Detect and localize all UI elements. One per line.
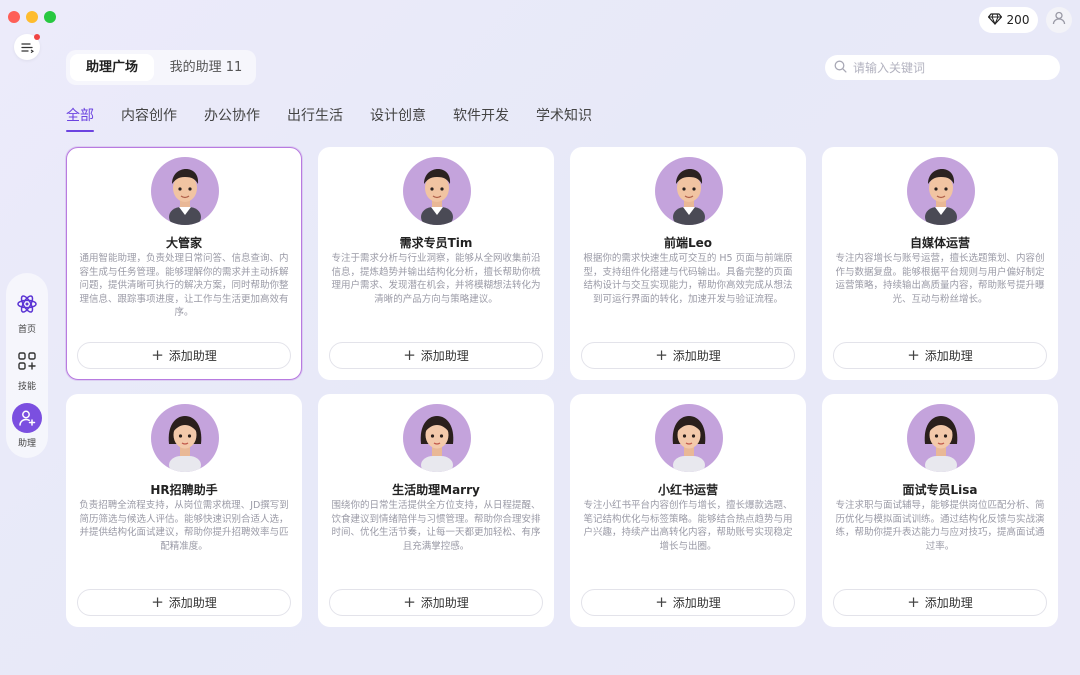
- add-assistant-button[interactable]: + 添加助理: [329, 589, 543, 616]
- assistant-card[interactable]: 生活助理Marry 围绕你的日常生活提供全方位支持，从日程提醒、饮食建议到情绪陪…: [318, 394, 554, 627]
- search-icon: [834, 58, 847, 77]
- sidebar-item-label: 技能: [17, 382, 36, 392]
- assistant-avatar: [151, 157, 219, 225]
- add-assistant-button[interactable]: + 添加助理: [77, 589, 291, 616]
- category-academic[interactable]: 学术知识: [536, 105, 592, 130]
- assistant-card[interactable]: 自媒体运营 专注内容增长与账号运营，擅长选题策划、内容创作与数据复盘。能够根据平…: [822, 147, 1058, 380]
- assistant-avatar: [403, 157, 471, 225]
- plus-icon: +: [151, 593, 164, 611]
- assistant-description: 专注求职与面试辅导，能够提供岗位匹配分析、简历优化与模拟面试训练。通过结构化反馈…: [835, 500, 1045, 552]
- maximize-window-button[interactable]: [44, 11, 56, 23]
- assistant-card[interactable]: 前端Leo 根据你的需求快速生成可交互的 H5 页面与前端原型，支持组件化搭建与…: [570, 147, 806, 380]
- assistant-description: 根据你的需求快速生成可交互的 H5 页面与前端原型，支持组件化搭建与代码输出。具…: [583, 253, 793, 305]
- assistant-description: 专注于需求分析与行业洞察，能够从全网收集前沿信息，提炼趋势并输出结构化分析，擅长…: [331, 253, 541, 305]
- window-controls: [8, 11, 56, 23]
- category-design[interactable]: 设计创意: [370, 105, 426, 130]
- menu-icon: [20, 38, 34, 57]
- add-assistant-label: 添加助理: [924, 596, 973, 610]
- assistant-avatar: [655, 157, 723, 225]
- add-assistant-label: 添加助理: [168, 596, 217, 610]
- tab-my-assistants[interactable]: 我的助理 11: [162, 54, 250, 81]
- add-assistant-label: 添加助理: [420, 349, 469, 363]
- assistant-name: 面试专员Lisa: [902, 483, 978, 497]
- assistant-card[interactable]: 需求专员Tim 专注于需求分析与行业洞察，能够从全网收集前沿信息，提炼趋势并输出…: [318, 147, 554, 380]
- assistant-name: 前端Leo: [663, 236, 713, 250]
- add-assistant-button[interactable]: + 添加助理: [581, 589, 795, 616]
- category-content-creation[interactable]: 内容创作: [121, 105, 177, 130]
- assistant-name: 生活助理Marry: [392, 483, 480, 497]
- assistant-name: HR招聘助手: [150, 483, 218, 497]
- add-assistant-label: 添加助理: [672, 596, 721, 610]
- coin-count: 200: [1006, 13, 1030, 27]
- assistant-description: 负责招聘全流程支持，从岗位需求梳理、JD撰写到简历筛选与候选人评估。能够快速识别…: [79, 500, 289, 552]
- coin-balance[interactable]: 200: [979, 7, 1038, 33]
- plus-icon: +: [655, 346, 668, 364]
- search-input[interactable]: [853, 60, 1043, 75]
- category-travel-life[interactable]: 出行生活: [287, 105, 343, 130]
- category-tabs: 全部 内容创作 办公协作 出行生活 设计创意 软件开发 学术知识: [66, 105, 619, 132]
- sidebar: 首页 技能 助理: [6, 273, 48, 458]
- assistant-description: 围绕你的日常生活提供全方位支持，从日程提醒、饮食建议到情绪陪伴与习惯管理。帮助你…: [331, 500, 541, 552]
- user-avatar-button[interactable]: [1046, 7, 1072, 33]
- assistant-description: 专注内容增长与账号运营，擅长选题策划、内容创作与数据复盘。能够根据平台规则与用户…: [835, 253, 1045, 305]
- assistant-card[interactable]: HR招聘助手 负责招聘全流程支持，从岗位需求梳理、JD撰写到简历筛选与候选人评估…: [66, 394, 302, 627]
- add-assistant-button[interactable]: + 添加助理: [833, 342, 1047, 369]
- diamond-icon: [987, 12, 1002, 28]
- assistant-name: 需求专员Tim: [399, 236, 473, 250]
- menu-button[interactable]: [14, 34, 40, 60]
- sidebar-item-home[interactable]: 首页: [6, 289, 48, 335]
- add-assistant-button[interactable]: + 添加助理: [77, 342, 291, 369]
- add-assistant-label: 添加助理: [420, 596, 469, 610]
- search-box: [825, 55, 1060, 80]
- plus-icon: +: [403, 593, 416, 611]
- grid-plus-icon: [12, 346, 42, 376]
- sidebar-item-assistant[interactable]: 助理: [6, 403, 48, 449]
- sidebar-item-skills[interactable]: 技能: [6, 346, 48, 392]
- plus-icon: +: [907, 346, 920, 364]
- add-assistant-button[interactable]: + 添加助理: [329, 342, 543, 369]
- assistant-description: 专注小红书平台内容创作与增长，擅长爆款选题、笔记结构优化与标签策略。能够结合热点…: [583, 500, 793, 552]
- sidebar-item-label: 首页: [17, 325, 36, 335]
- assistant-name: 小红书运营: [657, 483, 718, 497]
- assistant-name: 自媒体运营: [909, 236, 970, 250]
- add-assistant-label: 添加助理: [168, 349, 217, 363]
- assistant-name: 大管家: [165, 236, 202, 250]
- plus-icon: +: [907, 593, 920, 611]
- assistant-avatar: [907, 404, 975, 472]
- plus-icon: +: [151, 346, 164, 364]
- assistant-tab-bar: 助理广场 我的助理 11: [66, 50, 256, 85]
- atom-icon: [12, 289, 42, 319]
- assistant-card[interactable]: 大管家 通用智能助理，负责处理日常问答、信息查询、内容生成与任务管理。能够理解你…: [66, 147, 302, 380]
- assistant-avatar: [655, 404, 723, 472]
- category-software[interactable]: 软件开发: [453, 105, 509, 130]
- sidebar-item-label: 助理: [17, 439, 36, 449]
- assistant-avatar: [907, 157, 975, 225]
- assistant-card[interactable]: 小红书运营 专注小红书平台内容创作与增长，擅长爆款选题、笔记结构优化与标签策略。…: [570, 394, 806, 627]
- add-assistant-label: 添加助理: [924, 349, 973, 363]
- assistant-description: 通用智能助理，负责处理日常问答、信息查询、内容生成与任务管理。能够理解你的需求并…: [79, 253, 289, 319]
- minimize-window-button[interactable]: [26, 11, 38, 23]
- close-window-button[interactable]: [8, 11, 20, 23]
- plus-icon: +: [655, 593, 668, 611]
- category-office[interactable]: 办公协作: [204, 105, 260, 130]
- add-assistant-button[interactable]: + 添加助理: [833, 589, 1047, 616]
- person-add-icon: [12, 403, 42, 433]
- assistant-avatar: [403, 404, 471, 472]
- assistant-avatar: [151, 404, 219, 472]
- user-icon: [1051, 10, 1067, 30]
- assistant-card[interactable]: 面试专员Lisa 专注求职与面试辅导，能够提供岗位匹配分析、简历优化与模拟面试训…: [822, 394, 1058, 627]
- add-assistant-label: 添加助理: [672, 349, 721, 363]
- category-all[interactable]: 全部: [66, 105, 94, 132]
- plus-icon: +: [403, 346, 416, 364]
- add-assistant-button[interactable]: + 添加助理: [581, 342, 795, 369]
- tab-assistant-plaza[interactable]: 助理广场: [70, 54, 154, 81]
- notification-dot: [34, 34, 40, 40]
